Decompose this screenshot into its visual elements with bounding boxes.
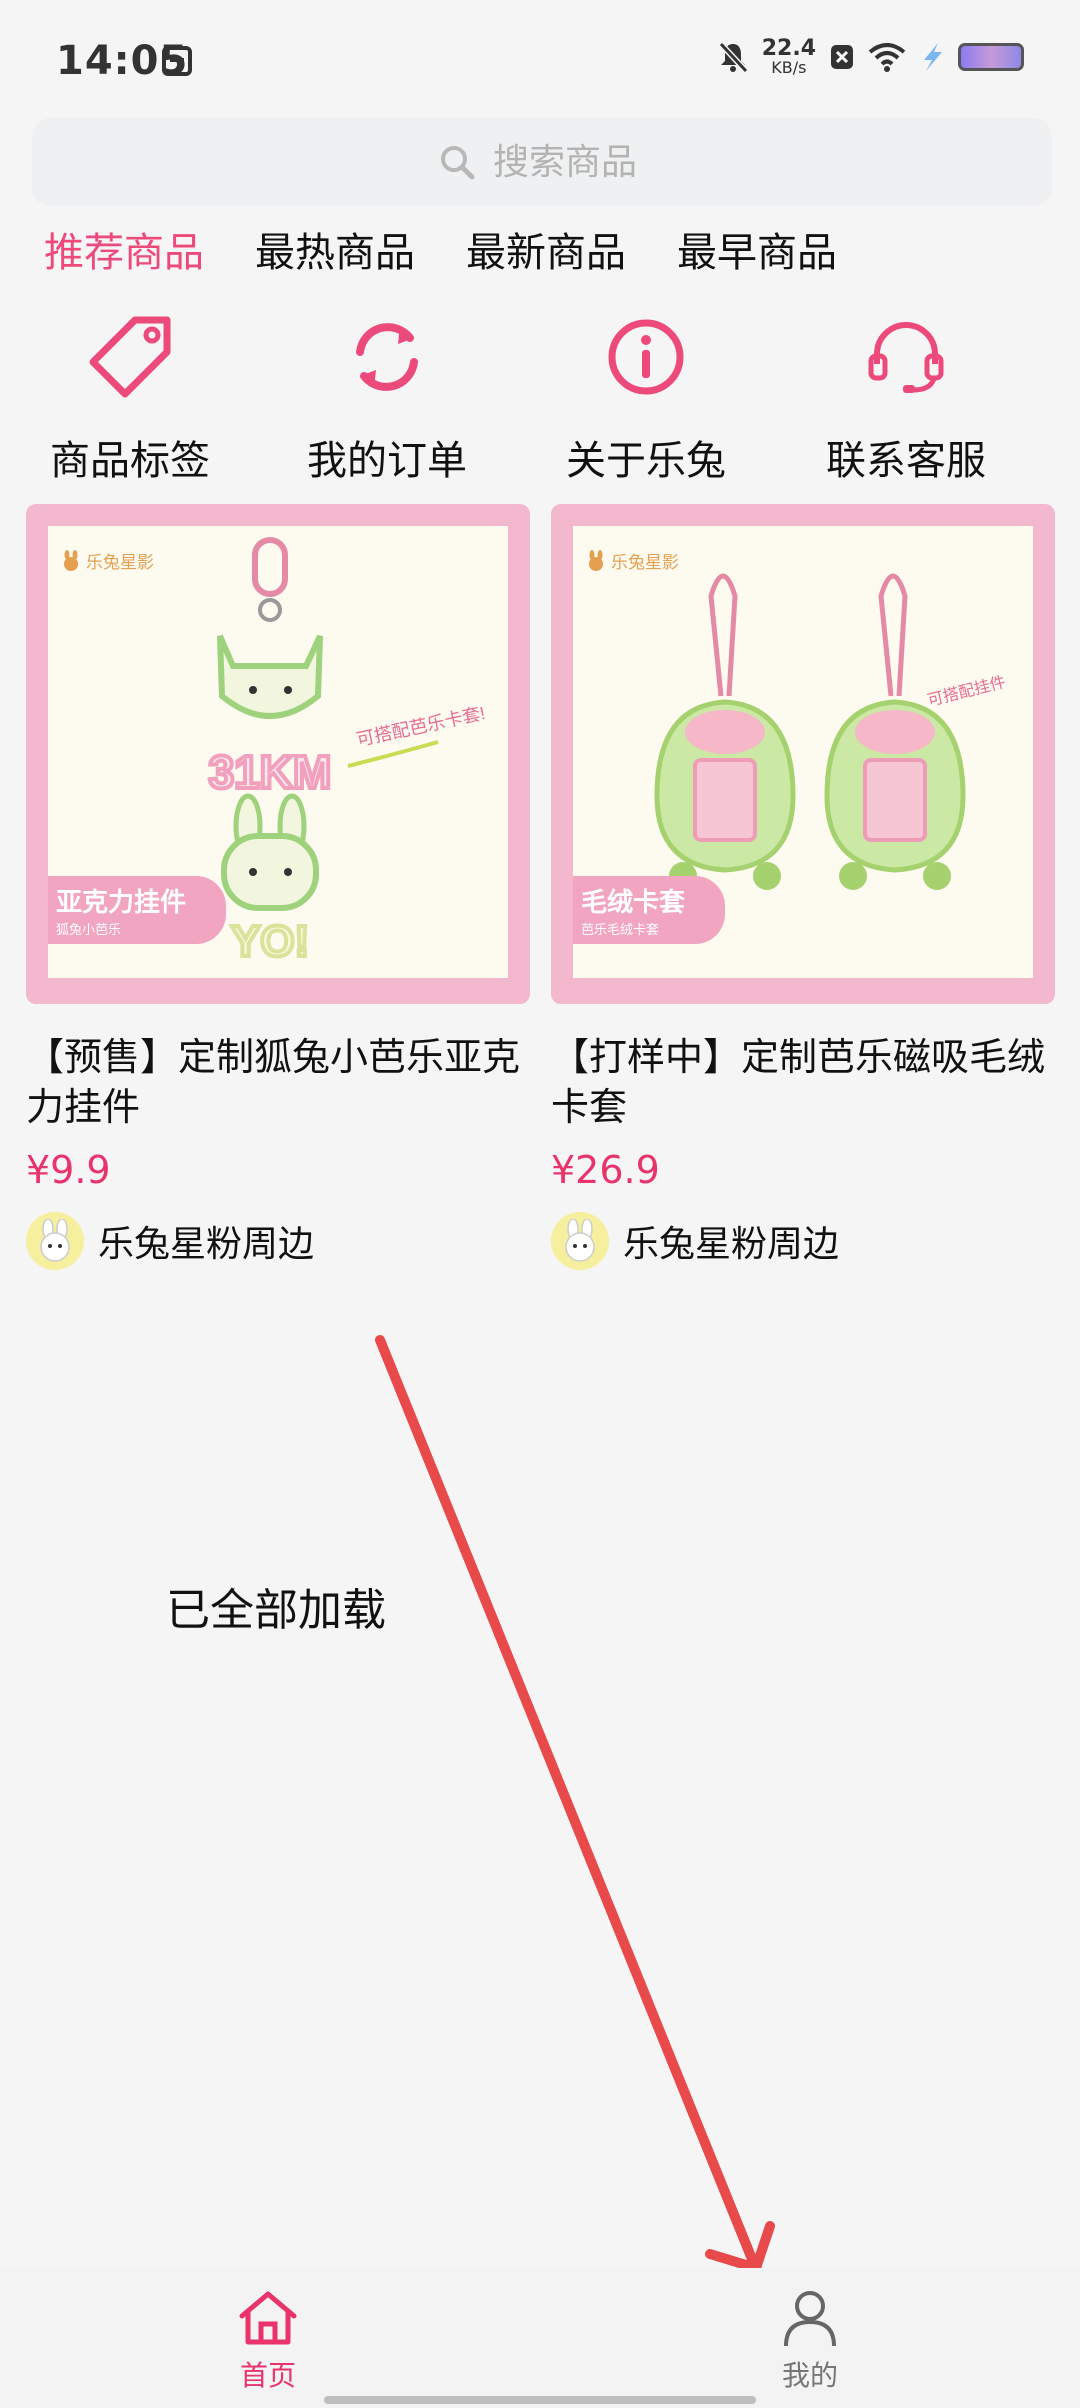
tag-icon <box>89 316 171 398</box>
product-image-canvas: 乐兔星影 31KM YO! 可搭配芭乐卡套! 亚克力挂件 狐兔小芭乐 <box>48 526 508 978</box>
bottom-nav: 首页 我的 <box>0 2268 1080 2408</box>
home-indicator <box>324 2396 756 2404</box>
image-tag-text: 毛绒卡套 <box>581 888 686 918</box>
rabbit-avatar-icon <box>565 1219 595 1262</box>
shortcut-label: 商品标签 <box>50 438 210 484</box>
nav-profile[interactable]: 我的 <box>730 2288 890 2394</box>
tab-hottest[interactable]: 最热商品 <box>255 220 415 278</box>
product-title[interactable]: 【预售】定制狐兔小芭乐亚克力挂件 <box>26 1032 530 1132</box>
notification-icon <box>162 46 192 76</box>
search-icon <box>441 146 475 180</box>
shortcut-about[interactable]: 关于乐兔 <box>516 300 776 486</box>
shortcut-my-orders[interactable]: 我的订单 <box>257 300 517 486</box>
network-speed: 22.4 KB/s <box>762 38 816 76</box>
image-note: 可搭配挂件 <box>926 673 1008 710</box>
avatar <box>551 1212 609 1270</box>
shortcut-label: 关于乐兔 <box>566 438 726 484</box>
image-text-1: 31KM <box>209 746 332 798</box>
tab-oldest[interactable]: 最早商品 <box>677 220 837 278</box>
product-price: ¥26.9 <box>551 1148 660 1192</box>
network-speed-unit: KB/s <box>771 58 807 77</box>
shortcut-grid: 商品标签 我的订单 关于乐兔 联系客服 <box>0 300 1080 484</box>
network-speed-value: 22.4 <box>761 36 816 61</box>
nav-home-label: 首页 <box>239 2359 296 2392</box>
list-end-text: 已全部加载 <box>166 1585 386 1636</box>
home-icon <box>239 2291 297 2345</box>
wifi-icon <box>868 43 906 72</box>
product-card[interactable]: 乐兔星影 可搭配挂件 毛绒卡套 芭乐毛绒卡套 【打样中】定制芭乐磁吸毛绒卡套 ¥… <box>551 504 1055 1270</box>
image-tag-text: 亚克力挂件 <box>56 888 187 918</box>
mute-icon <box>718 41 748 73</box>
image-text-2: YO! <box>231 917 309 966</box>
status-bar: 14:05 22.4 KB/s <box>0 0 1080 120</box>
avatar <box>26 1212 84 1270</box>
person-icon <box>784 2291 836 2347</box>
headset-icon <box>868 322 944 393</box>
image-tag: 毛绒卡套 芭乐毛绒卡套 <box>573 876 726 944</box>
product-title[interactable]: 【打样中】定制芭乐磁吸毛绒卡套 <box>551 1032 1055 1132</box>
image-tag-subtext: 狐兔小芭乐 <box>56 923 122 938</box>
nav-home[interactable]: 首页 <box>188 2288 348 2394</box>
image-tag-subtext: 芭乐毛绒卡套 <box>581 923 660 938</box>
battery-icon <box>958 43 1024 71</box>
image-tag: 亚克力挂件 狐兔小芭乐 <box>48 876 227 944</box>
shortcut-customer-service[interactable]: 联系客服 <box>776 300 1036 486</box>
product-card[interactable]: 乐兔星影 31KM YO! 可搭配芭乐卡套! 亚克力挂件 狐兔小芭乐 【预售】定… <box>26 504 530 1270</box>
seller-info[interactable]: 乐兔星粉周边 <box>26 1212 530 1270</box>
search-bar[interactable] <box>32 118 1052 206</box>
info-icon <box>608 319 684 395</box>
bolt-icon <box>924 43 942 71</box>
category-tabs: 推荐商品 最热商品 最新商品 最早商品 <box>0 220 1080 282</box>
tab-recommended[interactable]: 推荐商品 <box>44 220 204 278</box>
close-box-icon <box>831 45 853 69</box>
tab-newest[interactable]: 最新商品 <box>466 220 626 278</box>
shortcut-label: 联系客服 <box>826 438 986 484</box>
seller-info[interactable]: 乐兔星粉周边 <box>551 1212 1055 1270</box>
rabbit-avatar-icon <box>40 1219 70 1262</box>
shortcut-label: 我的订单 <box>307 438 467 484</box>
shortcut-product-tags[interactable]: 商品标签 <box>0 300 260 486</box>
search-input[interactable] <box>491 140 645 184</box>
status-icons: 22.4 KB/s <box>718 38 1024 76</box>
nav-profile-label: 我的 <box>781 2359 838 2392</box>
image-note: 可搭配芭乐卡套! <box>355 703 487 750</box>
product-image-canvas: 乐兔星影 可搭配挂件 毛绒卡套 芭乐毛绒卡套 <box>573 526 1033 978</box>
product-image[interactable]: 乐兔星影 可搭配挂件 毛绒卡套 芭乐毛绒卡套 <box>551 504 1055 1004</box>
product-image[interactable]: 乐兔星影 31KM YO! 可搭配芭乐卡套! 亚克力挂件 狐兔小芭乐 <box>26 504 530 1004</box>
refresh-icon <box>356 323 418 391</box>
product-price: ¥9.9 <box>26 1148 111 1192</box>
seller-name: 乐兔星粉周边 <box>98 1224 315 1265</box>
seller-name: 乐兔星粉周边 <box>623 1224 840 1265</box>
